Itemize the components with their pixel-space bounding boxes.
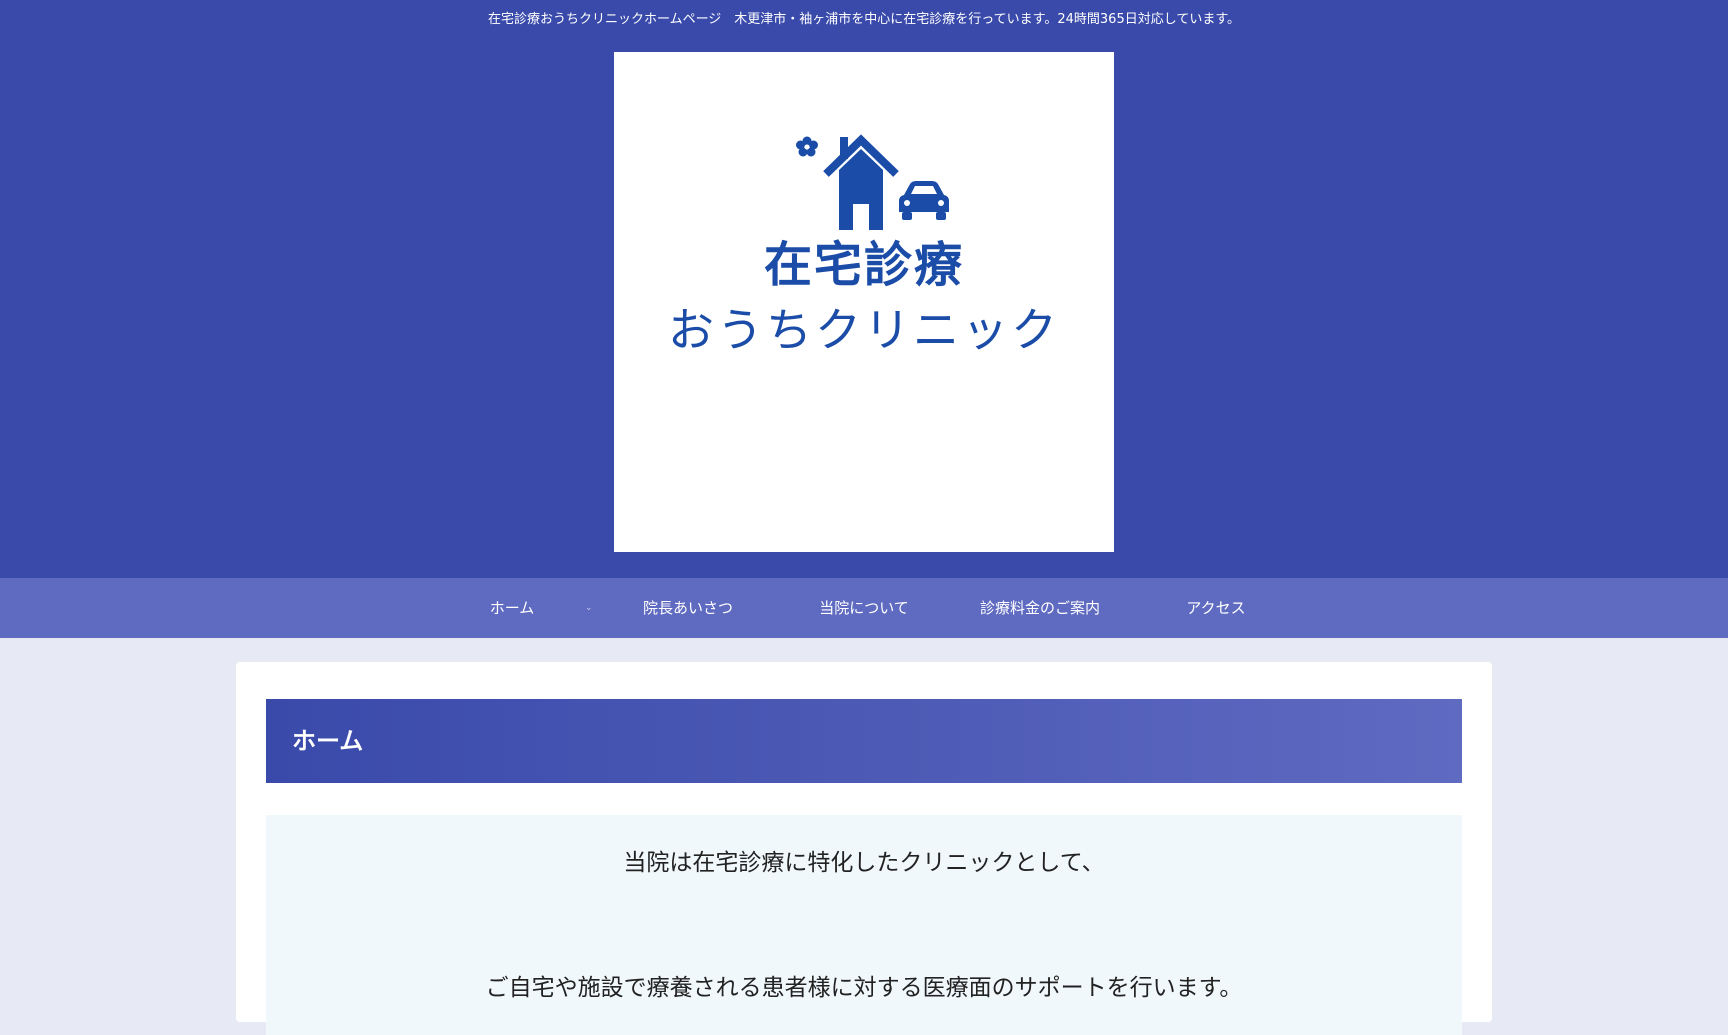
car-icon [899, 181, 949, 220]
house-icon [823, 134, 899, 230]
nav-item-about[interactable]: 当院について [776, 578, 952, 638]
chevron-down-icon[interactable]: ⌄ [585, 578, 593, 638]
site-header: 在宅診療おうちクリニックホームページ 木更津市・袖ヶ浦市を中心に在宅診療を行って… [0, 0, 1728, 578]
site-tagline: 在宅診療おうちクリニックホームページ 木更津市・袖ヶ浦市を中心に在宅診療を行って… [487, 12, 1241, 27]
page-heading-banner: ホーム [266, 699, 1462, 783]
main-content-card: ホーム 当院は在宅診療に特化したクリニックとして、 ご自宅や施設で療養される患者… [236, 662, 1492, 1035]
nav-item-greeting[interactable]: 院長あいさつ [600, 578, 776, 638]
main-navigation: ホーム ⌄ 院長あいさつ 当院について 診療料金のご案内 アクセス [0, 578, 1728, 638]
nav-item-access[interactable]: アクセス [1128, 578, 1304, 638]
flower-icon [796, 136, 818, 157]
logo-graphic [796, 134, 949, 230]
logo-title-line1: 在宅診療 [763, 237, 964, 293]
intro-text-line: ご自宅や施設で療養される患者様に対する医療面のサポートを行います。 [485, 975, 1243, 1001]
logo-title-line2: おうちクリニック [668, 303, 1060, 357]
page-title: ホーム [292, 727, 364, 755]
site-logo[interactable]: 在宅診療 おうちクリニック [614, 52, 1114, 552]
nav-item-home[interactable]: ホーム [424, 578, 600, 638]
intro-box: 当院は在宅診療に特化したクリニックとして、 ご自宅や施設で療養される患者様に対す… [266, 815, 1462, 1035]
intro-text-line: 当院は在宅診療に特化したクリニックとして、 [623, 850, 1105, 876]
nav-item-fees[interactable]: 診療料金のご案内 [952, 578, 1128, 638]
